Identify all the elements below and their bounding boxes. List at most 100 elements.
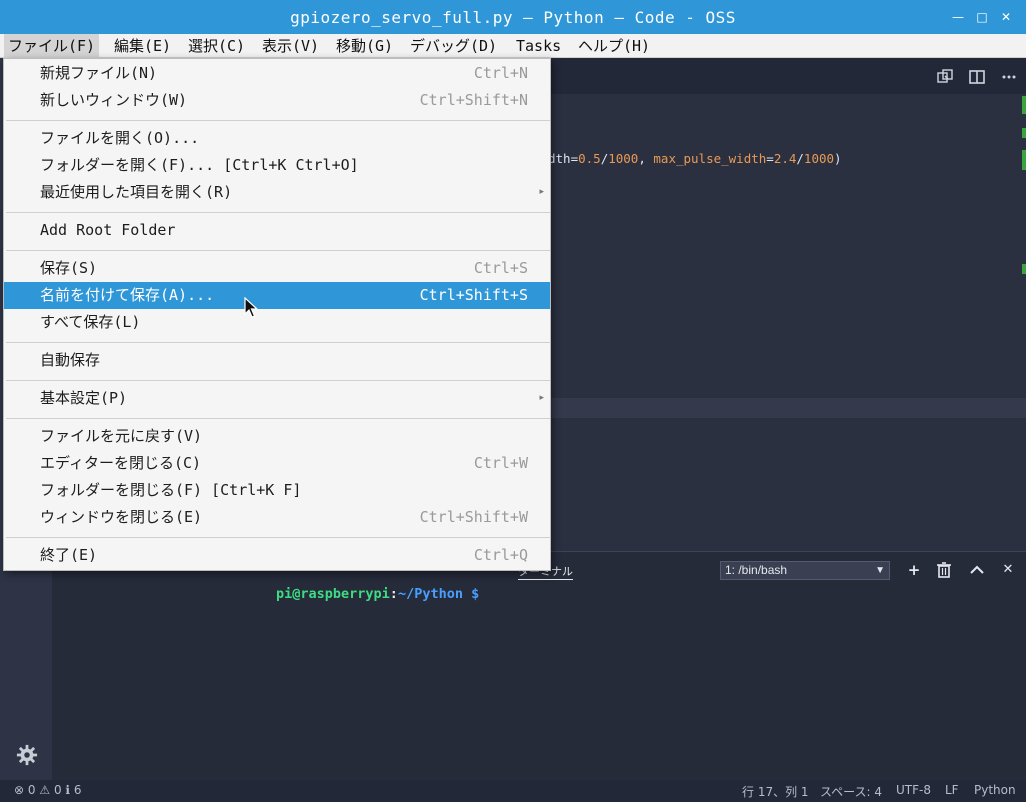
scrollbar-change-marker: [1022, 150, 1026, 170]
menu-item-label: 新しいウィンドウ(W): [40, 91, 188, 109]
menu-item-label: 保存(S): [40, 259, 98, 277]
close-panel-icon[interactable]: ✕: [999, 561, 1017, 579]
menu-item-label: 基本設定(P): [40, 389, 128, 407]
warning-count: 0: [53, 783, 62, 797]
code-line[interactable]: dth=0.5/1000, max_pulse_width=2.4/1000): [548, 151, 842, 166]
menu-debug[interactable]: デバッグ(D): [406, 34, 501, 58]
code-token: /: [796, 151, 804, 166]
prompt-path: ~/Python $: [397, 586, 480, 602]
menu-item-open-recent[interactable]: 最近使用した項目を開く(R) ▸: [4, 179, 550, 206]
menu-item-label: フォルダーを開く(F)... [Ctrl+K Ctrl+O]: [40, 156, 359, 174]
menu-item-close-editor[interactable]: エディターを閉じる(C) Ctrl+W: [4, 450, 550, 477]
code-number: 1000: [608, 151, 639, 166]
code-token: ,: [638, 151, 654, 166]
indentation[interactable]: スペース: 4: [820, 783, 882, 800]
cursor-position[interactable]: 行 17、列 1: [742, 783, 809, 800]
code-number: 1000: [803, 151, 835, 166]
menu-separator: [6, 537, 550, 538]
window-title: gpiozero_servo_full.py — Python — Code -…: [290, 8, 736, 27]
maximize-panel-chevron-up-icon[interactable]: [969, 563, 985, 577]
close-window-button[interactable]: ✕: [998, 9, 1014, 25]
menu-bar: ファイル(F) 編集(E) 選択(C) 表示(V) 移動(G) デバッグ(D) …: [0, 34, 1026, 58]
terminal-select[interactable]: 1: /bin/bash ▼: [720, 561, 890, 580]
terminal-select-value: 1: /bin/bash: [725, 563, 788, 577]
menu-item-shortcut: Ctrl+Shift+S: [419, 286, 528, 304]
problems-indicator[interactable]: ⊗ 0 ⚠ 0 ℹ 6: [14, 783, 81, 797]
menu-item-shortcut: Ctrl+S: [473, 259, 528, 277]
code-token: ): [834, 151, 842, 166]
menu-item-save-as[interactable]: 名前を付けて保存(A)... Ctrl+Shift+S: [4, 282, 550, 309]
menu-item-auto-save[interactable]: 自動保存: [4, 347, 550, 374]
menu-file[interactable]: ファイル(F): [4, 34, 100, 58]
menu-item-label: ファイルを元に戻す(V): [40, 427, 203, 445]
code-number: 2.4: [773, 151, 797, 166]
menu-view[interactable]: 表示(V): [258, 34, 323, 58]
menu-item-close-folder[interactable]: フォルダーを閉じる(F) [Ctrl+K F]: [4, 477, 550, 504]
menu-item-label: ウィンドウを閉じる(E): [40, 508, 203, 526]
menu-separator: [6, 418, 550, 419]
menu-item-shortcut: Ctrl+Shift+W: [419, 508, 528, 526]
menu-item-label: すべて保存(L): [40, 313, 141, 331]
menu-separator: [6, 380, 550, 381]
dropdown-arrow-icon: ▼: [875, 565, 885, 576]
menu-item-new-window[interactable]: 新しいウィンドウ(W) Ctrl+Shift+N: [4, 87, 550, 114]
open-changes-icon[interactable]: [936, 68, 954, 86]
mouse-pointer-icon: [244, 297, 258, 318]
menu-item-save[interactable]: 保存(S) Ctrl+S: [4, 255, 550, 282]
menu-item-label: 終了(E): [40, 546, 98, 564]
end-of-line[interactable]: LF: [945, 783, 959, 797]
menu-separator: [6, 212, 550, 213]
menu-item-exit[interactable]: 終了(E) Ctrl+Q: [4, 542, 550, 569]
status-bar: ⊗ 0 ⚠ 0 ℹ 6 行 17、列 1 スペース: 4 UTF-8 LF Py…: [0, 780, 1026, 802]
code-token: =: [766, 151, 774, 166]
menu-help[interactable]: ヘルプ(H): [574, 34, 654, 58]
menu-separator: [6, 120, 550, 121]
menu-item-new-file[interactable]: 新規ファイル(N) Ctrl+N: [4, 60, 550, 87]
encoding[interactable]: UTF-8: [896, 783, 931, 797]
gear-icon[interactable]: [16, 744, 38, 766]
info-icon: ℹ: [65, 783, 70, 797]
error-count: 0: [27, 783, 36, 797]
warning-icon: ⚠: [39, 783, 51, 797]
menu-item-shortcut: Ctrl+Shift+N: [419, 91, 528, 109]
terminal-prompt[interactable]: pi@raspberrypi:~/Python $: [276, 586, 479, 602]
menu-item-label: 新規ファイル(N): [40, 64, 158, 82]
menu-item-preferences[interactable]: 基本設定(P) ▸: [4, 385, 550, 412]
menu-item-close-window[interactable]: ウィンドウを閉じる(E) Ctrl+Shift+W: [4, 504, 550, 531]
trash-icon[interactable]: [936, 562, 952, 578]
menu-item-shortcut: Ctrl+W: [473, 454, 528, 472]
menu-separator: [6, 250, 550, 251]
scrollbar-change-marker: [1022, 96, 1026, 114]
language-mode[interactable]: Python: [974, 783, 1016, 797]
info-count: 6: [73, 783, 82, 797]
code-number: 0.5: [578, 151, 601, 166]
menu-item-label: 自動保存: [40, 351, 101, 369]
title-bar: gpiozero_servo_full.py — Python — Code -…: [0, 0, 1026, 34]
menu-item-label: フォルダーを閉じる(F) [Ctrl+K F]: [40, 481, 302, 499]
menu-go[interactable]: 移動(G): [332, 34, 397, 58]
menu-item-revert-file[interactable]: ファイルを元に戻す(V): [4, 423, 550, 450]
menu-item-shortcut: Ctrl+N: [473, 64, 528, 82]
new-terminal-plus-icon[interactable]: +: [905, 561, 923, 579]
maximize-button[interactable]: □: [974, 9, 990, 25]
menu-item-label: 最近使用した項目を開く(R): [40, 183, 233, 201]
split-editor-icon[interactable]: [968, 68, 986, 86]
menu-item-save-all[interactable]: すべて保存(L): [4, 309, 550, 336]
menu-separator: [6, 342, 550, 343]
menu-item-label: Add Root Folder: [40, 221, 176, 239]
scrollbar-change-marker: [1022, 264, 1026, 274]
minimize-button[interactable]: —: [950, 9, 966, 25]
menu-tasks[interactable]: Tasks: [512, 34, 565, 58]
prompt-user: pi@raspberrypi: [276, 586, 390, 602]
submenu-arrow-icon: ▸: [539, 393, 544, 403]
menu-edit[interactable]: 編集(E): [110, 34, 175, 58]
menu-item-add-root-folder[interactable]: Add Root Folder: [4, 217, 550, 244]
menu-item-label: エディターを閉じる(C): [40, 454, 202, 472]
file-menu: 新規ファイル(N) Ctrl+N 新しいウィンドウ(W) Ctrl+Shift+N …: [3, 58, 551, 571]
prompt-separator: :: [389, 586, 398, 602]
menu-item-open-folder[interactable]: フォルダーを開く(F)... [Ctrl+K Ctrl+O]: [4, 152, 550, 179]
menu-item-label: ファイルを開く(O)...: [40, 129, 200, 147]
menu-selection[interactable]: 選択(C): [184, 34, 249, 58]
menu-item-open-file[interactable]: ファイルを開く(O)...: [4, 125, 550, 152]
more-actions-icon[interactable]: [1000, 68, 1018, 86]
